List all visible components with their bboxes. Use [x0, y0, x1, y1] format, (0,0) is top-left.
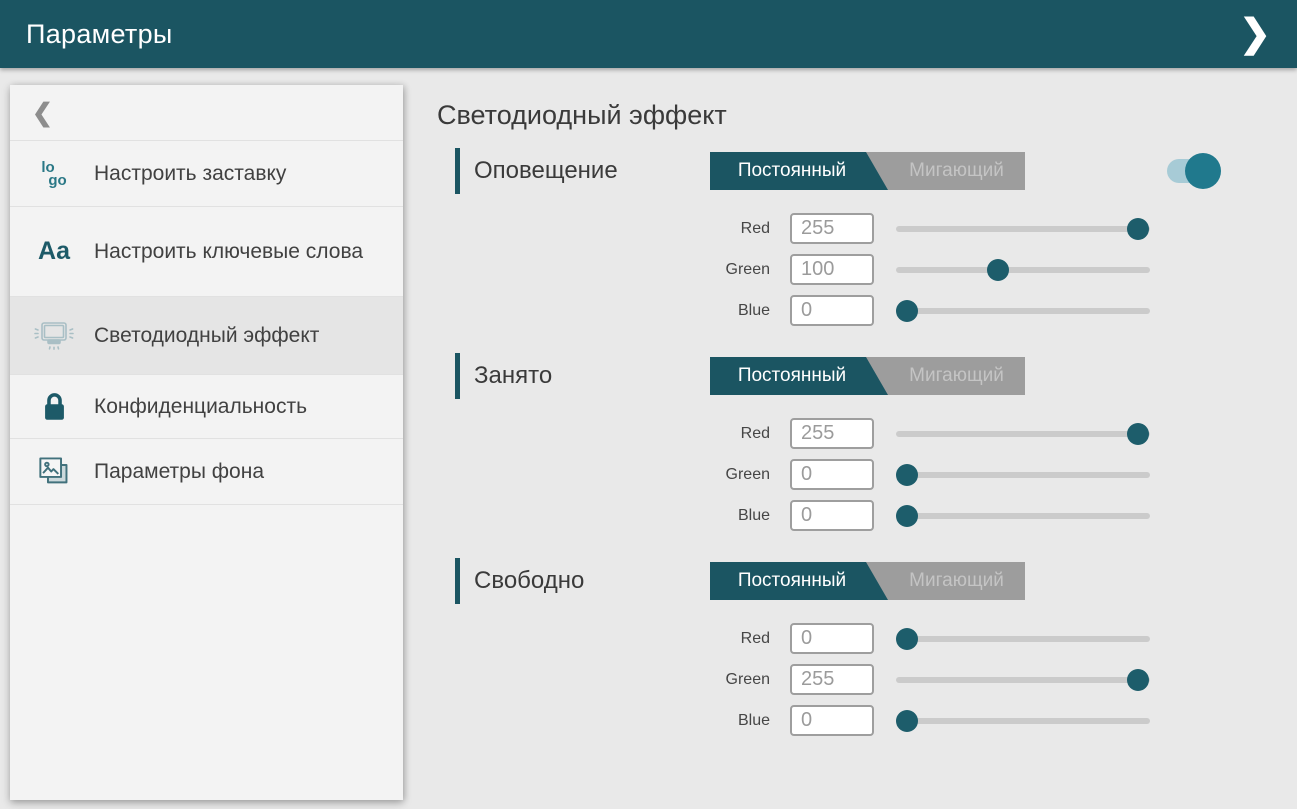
section-accent-bar	[455, 353, 460, 399]
sidebar-back-button[interactable]: ❮	[10, 85, 403, 141]
red-value-input[interactable]	[790, 418, 874, 449]
slider-thumb[interactable]	[896, 505, 918, 527]
slider-track	[896, 472, 1150, 478]
mode-solid-button[interactable]: Постоянный	[710, 562, 888, 600]
sidebar-item-background[interactable]: Параметры фона	[10, 439, 403, 505]
mode-blinking-button[interactable]: Мигающий	[888, 152, 1025, 190]
sidebar-item-label: Конфиденциальность	[94, 394, 307, 420]
slider-thumb[interactable]	[987, 259, 1009, 281]
green-slider[interactable]	[896, 668, 1150, 692]
red-value-input[interactable]	[790, 213, 874, 244]
green-label: Green	[455, 261, 790, 279]
mode-blinking-button[interactable]: Мигающий	[888, 562, 1025, 600]
green-label: Green	[455, 466, 790, 484]
mode-solid-button[interactable]: Постоянный	[710, 357, 888, 395]
settings-sidebar: ❮ lo go Настроить заставку Aa Настроить …	[10, 85, 403, 800]
sidebar-item-label: Параметры фона	[94, 459, 264, 485]
sidebar-item-label: Настроить ключевые слова	[94, 239, 363, 265]
mode-blinking-button[interactable]: Мигающий	[888, 357, 1025, 395]
slider-track	[896, 267, 1150, 273]
slider-thumb[interactable]	[1127, 669, 1149, 691]
blue-slider[interactable]	[896, 299, 1150, 323]
slider-track	[896, 718, 1150, 724]
led-effect-settings: Оповещение Постоянный Мигающий Red Green	[455, 148, 1215, 763]
green-value-input[interactable]	[790, 664, 874, 695]
slider-track	[896, 513, 1150, 519]
sidebar-item-label: Светодиодный эффект	[94, 323, 319, 349]
mode-solid-button[interactable]: Постоянный	[710, 152, 888, 190]
blue-value-input[interactable]	[790, 500, 874, 531]
sidebar-item-privacy[interactable]: Конфиденциальность	[10, 375, 403, 439]
chevron-right-icon[interactable]: ❯	[1239, 15, 1271, 53]
switch-knob	[1185, 153, 1221, 189]
blue-value-input[interactable]	[790, 705, 874, 736]
blue-label: Blue	[455, 302, 790, 320]
red-slider[interactable]	[896, 217, 1150, 241]
slider-thumb[interactable]	[1127, 423, 1149, 445]
section-accent-bar	[455, 148, 460, 194]
section-free: Свободно Постоянный Мигающий Red Green	[455, 558, 1215, 741]
red-slider[interactable]	[896, 627, 1150, 651]
green-label: Green	[455, 671, 790, 689]
slider-thumb[interactable]	[1127, 218, 1149, 240]
sidebar-item-label: Настроить заставку	[94, 161, 286, 187]
slider-track	[896, 226, 1150, 232]
page-title: Параметры	[26, 19, 173, 50]
notification-toggle-switch[interactable]	[1167, 159, 1213, 183]
red-label: Red	[455, 630, 790, 648]
section-busy: Занято Постоянный Мигающий Red Green	[455, 353, 1215, 536]
blue-label: Blue	[455, 507, 790, 525]
logo-text-icon: lo go	[30, 161, 78, 187]
blue-slider[interactable]	[896, 504, 1150, 528]
mode-toggle-group: Постоянный Мигающий	[710, 357, 1025, 395]
slider-track	[896, 431, 1150, 437]
green-value-input[interactable]	[790, 459, 874, 490]
slider-track	[896, 636, 1150, 642]
section-notification: Оповещение Постоянный Мигающий Red Green	[455, 148, 1215, 331]
sidebar-item-keywords[interactable]: Aa Настроить ключевые слова	[10, 207, 403, 297]
images-icon	[30, 454, 78, 489]
sidebar-item-splash-screen[interactable]: lo go Настроить заставку	[10, 141, 403, 207]
red-label: Red	[455, 425, 790, 443]
red-value-input[interactable]	[790, 623, 874, 654]
section-title: Занято	[474, 362, 710, 390]
chevron-left-icon: ❮	[32, 98, 53, 128]
green-value-input[interactable]	[790, 254, 874, 285]
section-title: Свободно	[474, 567, 710, 595]
blue-slider[interactable]	[896, 709, 1150, 733]
green-slider[interactable]	[896, 463, 1150, 487]
section-accent-bar	[455, 558, 460, 604]
aa-text-icon: Aa	[30, 237, 78, 266]
app-header: Параметры ❯	[0, 0, 1297, 68]
slider-thumb[interactable]	[896, 710, 918, 732]
slider-thumb[interactable]	[896, 628, 918, 650]
lock-icon	[30, 391, 78, 422]
section-page-title: Светодиодный эффект	[437, 100, 727, 131]
green-slider[interactable]	[896, 258, 1150, 282]
monitor-led-icon	[30, 317, 78, 355]
slider-track	[896, 677, 1150, 683]
red-slider[interactable]	[896, 422, 1150, 446]
slider-thumb[interactable]	[896, 300, 918, 322]
mode-toggle-group: Постоянный Мигающий	[710, 562, 1025, 600]
sidebar-item-led-effect[interactable]: Светодиодный эффект	[10, 297, 403, 375]
blue-label: Blue	[455, 712, 790, 730]
slider-thumb[interactable]	[896, 464, 918, 486]
slider-track	[896, 308, 1150, 314]
blue-value-input[interactable]	[790, 295, 874, 326]
red-label: Red	[455, 220, 790, 238]
section-title: Оповещение	[474, 157, 710, 185]
mode-toggle-group: Постоянный Мигающий	[710, 152, 1025, 190]
